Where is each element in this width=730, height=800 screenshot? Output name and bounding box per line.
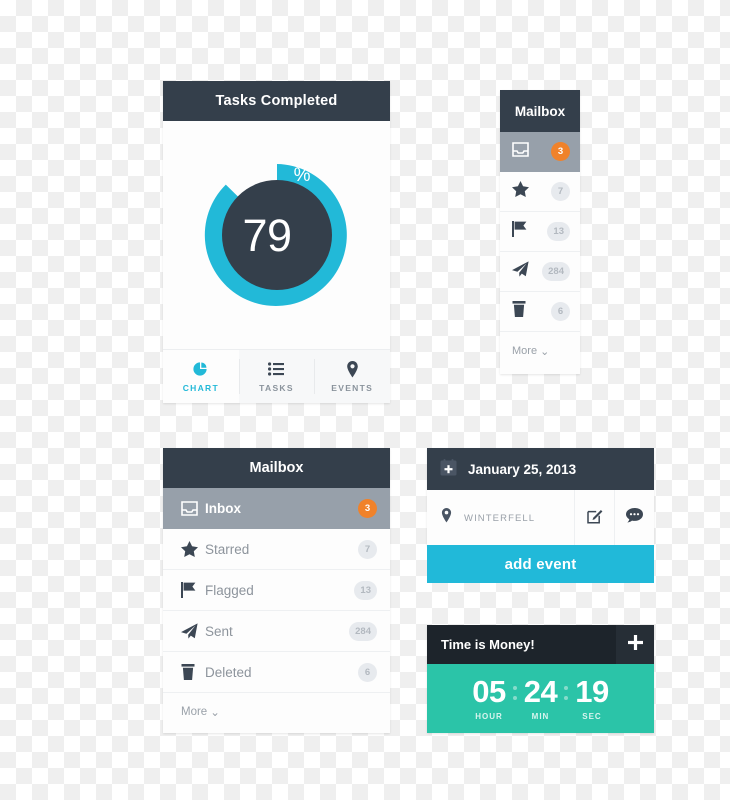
timer-card-header: Time is Money!: [427, 625, 654, 664]
flag-icon: [512, 221, 527, 242]
timer-min-value: 24: [523, 674, 558, 710]
timer-countdown: 05 HOUR 24 MIN 19 SEC: [427, 664, 654, 733]
mailbox-badge-flagged: 13: [354, 580, 377, 600]
paper-plane-icon: [181, 623, 205, 639]
calendar-plus-icon: [440, 459, 457, 479]
mailbox-mini-row-starred[interactable]: 7: [500, 172, 580, 212]
map-pin-icon: [441, 508, 452, 528]
timer-add-button[interactable]: [616, 625, 654, 664]
mailbox-mini-badge-starred: 7: [551, 182, 570, 201]
list-icon: [268, 361, 285, 378]
mailbox-badge-inbox: 3: [358, 498, 377, 518]
mailbox-badge-deleted: 6: [358, 662, 377, 682]
mailbox-mini-title: Mailbox: [514, 103, 566, 119]
trash-icon: [181, 664, 205, 680]
tab-tasks-label: TASKS: [259, 382, 294, 393]
event-card-header: January 25, 2013: [427, 448, 654, 490]
event-location-label: WINTERFELL: [464, 512, 536, 524]
map-pin-icon: [346, 360, 359, 378]
mailbox-more-button[interactable]: More ⌄: [163, 693, 390, 731]
event-comment-button[interactable]: [614, 490, 654, 546]
star-icon: [512, 181, 529, 202]
timer-sec-value: 19: [575, 674, 609, 710]
timer-separator: [564, 685, 569, 700]
mailbox-mini-more-button[interactable]: More ⌄: [500, 332, 580, 370]
mailbox-row-inbox[interactable]: Inbox 3: [163, 488, 390, 529]
mailbox-row-deleted[interactable]: Deleted 6: [163, 652, 390, 693]
paper-plane-icon: [512, 261, 529, 282]
edit-icon: [586, 508, 603, 529]
trash-icon: [512, 301, 526, 322]
timer-hour-caption: HOUR: [475, 711, 503, 721]
mailbox-mini-badge-inbox: 3: [551, 142, 570, 161]
mailbox-mini-header: Mailbox: [500, 90, 580, 132]
timer-unit-hour: 05 HOUR: [472, 674, 506, 721]
tasks-card-header: Tasks Completed: [163, 81, 390, 121]
mailbox-mini-row-deleted[interactable]: 6: [500, 292, 580, 332]
inbox-icon: [512, 141, 529, 162]
mailbox-badge-starred: 7: [358, 539, 377, 559]
mailbox-more-label: More: [181, 706, 208, 718]
mailbox-row-flagged[interactable]: Flagged 13: [163, 570, 390, 611]
event-edit-button[interactable]: [574, 490, 614, 546]
add-event-button[interactable]: add event: [427, 545, 654, 583]
mailbox-mini-widget: Mailbox 3 7 13 284 6 More ⌄: [500, 90, 580, 374]
mailbox-row-label: Inbox: [205, 500, 241, 516]
comment-icon: [626, 508, 643, 528]
mailbox-row-sent[interactable]: Sent 284: [163, 611, 390, 652]
timer-sec-caption: SEC: [582, 711, 602, 721]
tasks-completed-card: Tasks Completed 79 % CHART TASKS EVENTS: [163, 81, 391, 403]
tasks-card-title: Tasks Completed: [215, 93, 338, 109]
mailbox-row-label: Deleted: [205, 664, 252, 680]
chevron-down-icon: ⌄: [210, 707, 220, 719]
donut-chart-container: 79 %: [163, 121, 390, 349]
event-card: January 25, 2013 WINTERFELL: [427, 448, 654, 546]
pie-chart-icon: [192, 361, 209, 378]
chevron-down-icon: ⌄: [540, 345, 550, 358]
tasks-card-tabbar: CHART TASKS EVENTS: [163, 349, 391, 403]
event-location: WINTERFELL: [427, 508, 574, 528]
timer-title: Time is Money!: [441, 637, 535, 652]
timer-separator: [512, 685, 517, 700]
mailbox-mini-more-label: More: [512, 345, 538, 357]
event-card-body: WINTERFELL: [427, 490, 654, 546]
inbox-icon: [181, 500, 205, 516]
timer-card: Time is Money! 05 HOUR 24 MIN 19 SEC: [427, 625, 654, 733]
mailbox-badge-sent: 284: [349, 621, 377, 641]
timer-unit-sec: 19 SEC: [575, 674, 609, 721]
mailbox-row-label: Flagged: [205, 582, 254, 598]
donut-center-label: 79 %: [196, 154, 358, 316]
donut-percent-unit: %: [293, 165, 311, 186]
mailbox-row-starred[interactable]: Starred 7: [163, 529, 390, 570]
timer-min-caption: MIN: [531, 711, 550, 721]
mailbox-row-label: Sent: [205, 623, 233, 639]
tab-events[interactable]: EVENTS: [314, 350, 391, 403]
donut-chart: 79 %: [196, 154, 358, 316]
tab-chart-label: CHART: [182, 382, 219, 393]
star-icon: [181, 541, 205, 557]
tab-chart[interactable]: CHART: [163, 350, 239, 403]
mailbox-mini-badge-flagged: 13: [547, 222, 570, 241]
flag-icon: [181, 582, 205, 598]
mailbox-mini-row-sent[interactable]: 284: [500, 252, 580, 292]
timer-unit-min: 24 MIN: [523, 674, 558, 721]
plus-icon: [627, 634, 643, 655]
timer-hour-value: 05: [472, 674, 506, 710]
mailbox-widget: Mailbox Inbox 3 Starred 7 Flagged 13 Sen…: [163, 448, 390, 733]
mailbox-title: Mailbox: [249, 460, 304, 476]
mailbox-mini-row-inbox[interactable]: 3: [500, 132, 580, 172]
mailbox-row-label: Starred: [205, 541, 250, 557]
tab-tasks[interactable]: TASKS: [238, 350, 315, 403]
event-date: January 25, 2013: [468, 461, 577, 477]
tab-events-label: EVENTS: [331, 382, 374, 393]
mailbox-mini-row-flagged[interactable]: 13: [500, 212, 580, 252]
mailbox-header: Mailbox: [163, 448, 390, 488]
mailbox-mini-badge-sent: 284: [542, 262, 570, 281]
mailbox-mini-badge-deleted: 6: [551, 302, 570, 321]
donut-percent-value: 79: [242, 209, 293, 261]
